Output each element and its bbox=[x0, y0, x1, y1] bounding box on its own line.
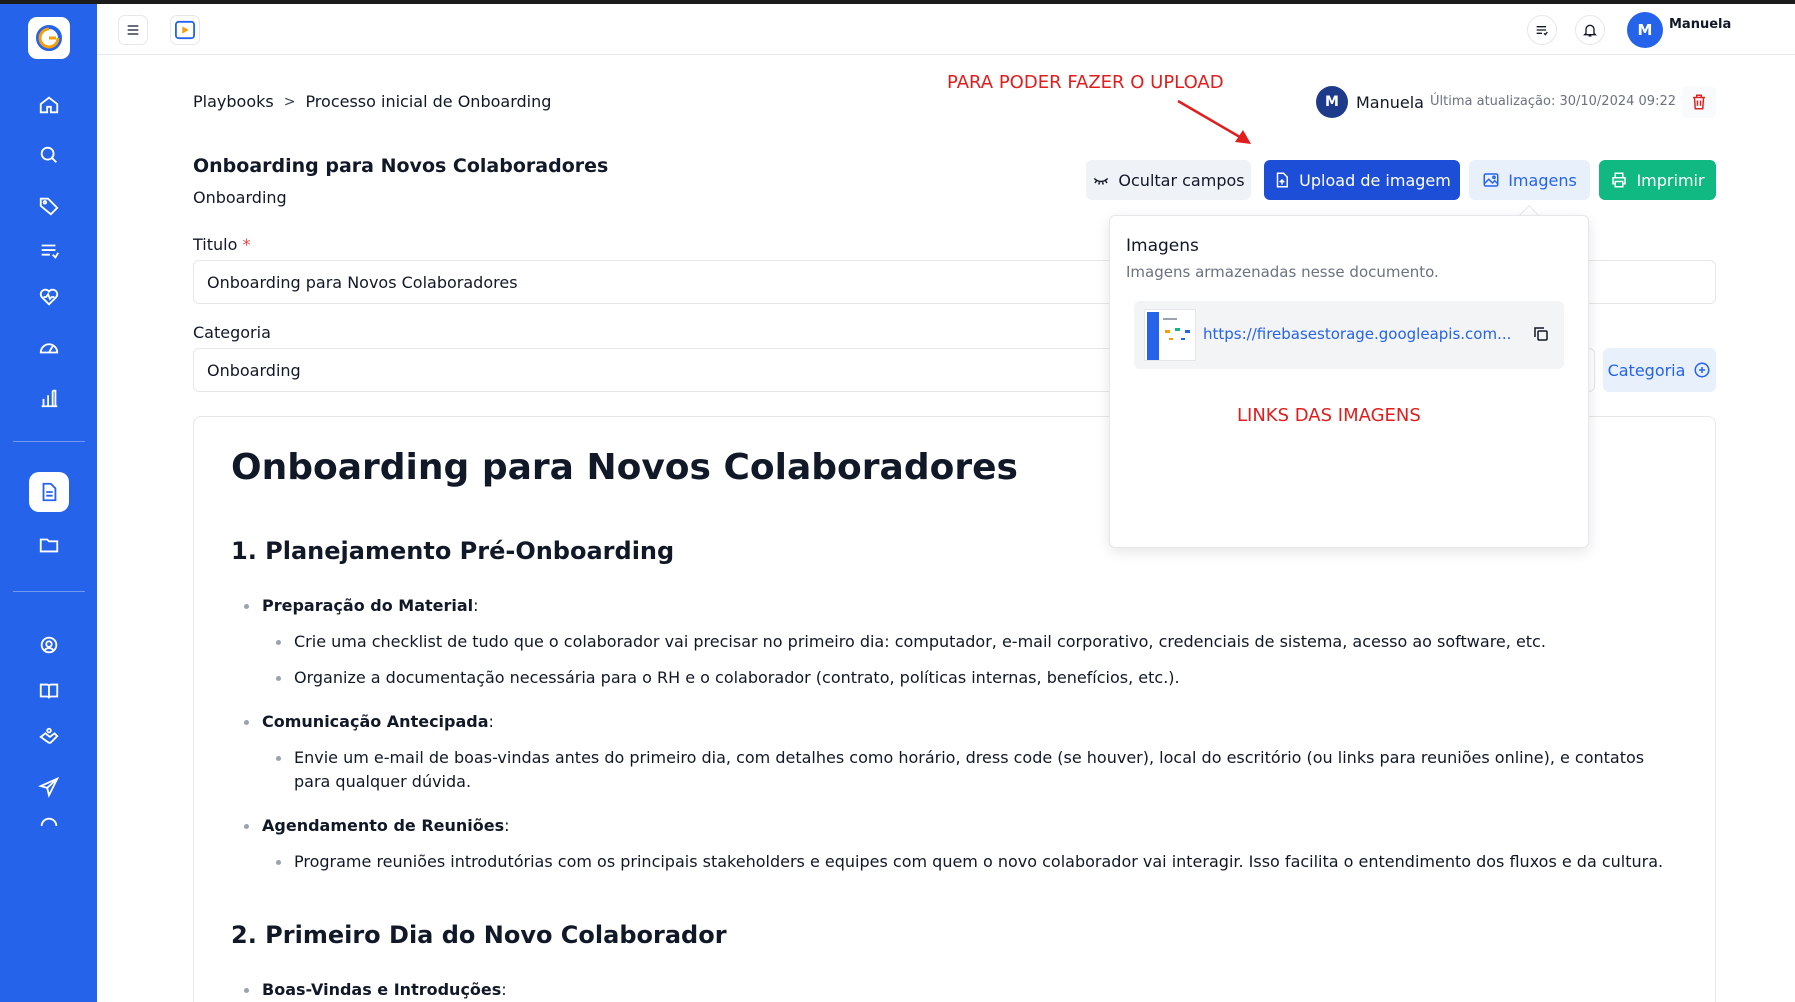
list-item-title: Preparação do Material bbox=[262, 596, 474, 615]
notifications-button[interactable] bbox=[1575, 15, 1605, 45]
annotation-arrow-icon bbox=[1177, 99, 1251, 144]
popover-title: Imagens bbox=[1126, 236, 1199, 256]
add-category-label: Categoria bbox=[1607, 360, 1686, 380]
top-header: M Manuela bbox=[97, 4, 1795, 55]
list-item: Programe reuniões introdutórias com os p… bbox=[294, 852, 1664, 871]
trash-icon bbox=[1693, 94, 1705, 110]
user-avatar[interactable]: M bbox=[1627, 12, 1663, 48]
gauge-icon[interactable] bbox=[32, 330, 66, 364]
breadcrumb-separator: > bbox=[283, 93, 296, 110]
sidebar bbox=[0, 4, 97, 1002]
list-item-title: Boas-Vindas e Introduções bbox=[262, 980, 502, 999]
breadcrumb-playbooks-link[interactable]: Playbooks bbox=[193, 92, 274, 111]
hide-fields-button[interactable]: Ocultar campos bbox=[1086, 160, 1251, 200]
add-category-button[interactable]: Categoria bbox=[1603, 348, 1716, 392]
editor-avatar: M bbox=[1316, 86, 1348, 118]
list-item-colon: : bbox=[504, 816, 510, 835]
tag-icon[interactable] bbox=[32, 189, 66, 223]
sidebar-divider bbox=[13, 441, 85, 442]
bell-icon bbox=[1583, 24, 1597, 37]
list-item-title: Comunicação Antecipada bbox=[262, 712, 489, 731]
search-icon[interactable] bbox=[32, 138, 66, 172]
images-popover: Imagens Imagens armazenadas nesse docume… bbox=[1109, 215, 1589, 548]
list-item: Organize a documentação necessária para … bbox=[294, 668, 1180, 687]
eye-closed-icon bbox=[1094, 177, 1109, 185]
print-button[interactable]: Imprimir bbox=[1599, 160, 1716, 200]
required-mark: * bbox=[242, 235, 251, 254]
printer-icon bbox=[1612, 172, 1627, 188]
thumbnail-preview-icon bbox=[1145, 310, 1195, 360]
bullet-dot bbox=[244, 988, 249, 993]
file-upload-icon bbox=[1276, 172, 1289, 188]
tasks-list-icon bbox=[1536, 26, 1548, 36]
menu-toggle-button[interactable] bbox=[118, 15, 148, 45]
list-item: Comunicação Antecipada: bbox=[262, 710, 494, 734]
breadcrumb-current: Processo inicial de Onboarding bbox=[305, 92, 552, 111]
folder-icon[interactable] bbox=[32, 528, 66, 562]
title-field-label: Titulo * bbox=[193, 235, 250, 254]
bar-chart-icon[interactable] bbox=[32, 381, 66, 415]
bullet-dot bbox=[276, 640, 281, 645]
images-label: Imagens bbox=[1508, 170, 1577, 190]
editor-name: Manuela bbox=[1356, 93, 1424, 112]
plus-circle-icon bbox=[1694, 362, 1710, 378]
title-label-text: Titulo bbox=[193, 235, 238, 254]
list-item-colon: : bbox=[501, 980, 507, 999]
logo-icon bbox=[36, 25, 62, 51]
hide-fields-label: Ocultar campos bbox=[1118, 170, 1245, 190]
book-icon[interactable] bbox=[32, 674, 66, 708]
list-item: Crie uma checklist de tudo que o colabor… bbox=[294, 632, 1546, 651]
list-item: Envie um e-mail de boas-vindas antes do … bbox=[294, 748, 1645, 791]
page-subtitle: Onboarding bbox=[193, 188, 287, 207]
list-item: Agendamento de Reuniões: bbox=[262, 814, 510, 838]
delete-button[interactable] bbox=[1682, 86, 1716, 118]
app-logo[interactable] bbox=[28, 17, 70, 59]
upload-image-label: Upload de imagem bbox=[1299, 170, 1451, 190]
list-item-colon: : bbox=[473, 596, 479, 615]
bullet-dot bbox=[276, 756, 281, 761]
send-icon[interactable] bbox=[32, 770, 66, 804]
bullet-dot bbox=[244, 720, 249, 725]
category-field-label: Categoria bbox=[193, 323, 271, 342]
list-item-title: Agendamento de Reuniões bbox=[262, 816, 505, 835]
upload-annotation-text: PARA PODER FAZER O UPLOAD bbox=[947, 72, 1224, 93]
image-thumbnail[interactable] bbox=[1144, 309, 1196, 361]
image-icon bbox=[1483, 173, 1499, 187]
handshake-icon[interactable] bbox=[32, 720, 66, 754]
content-heading-1: Onboarding para Novos Colaboradores bbox=[231, 447, 1018, 488]
user-name[interactable]: Manuela bbox=[1669, 17, 1731, 32]
list-item: Preparação do Material: bbox=[262, 594, 479, 618]
image-url-link[interactable]: https://firebasestorage.googleapis.com..… bbox=[1203, 325, 1513, 343]
links-annotation-text: LINKS DAS IMAGENS bbox=[1237, 405, 1421, 426]
bullet-dot bbox=[276, 860, 281, 865]
bullet-dot bbox=[276, 676, 281, 681]
sidebar-divider bbox=[13, 591, 85, 592]
video-play-icon bbox=[175, 20, 195, 40]
list-item-colon: : bbox=[488, 712, 494, 731]
tasks-button[interactable] bbox=[1527, 15, 1557, 45]
section-heading: 2. Primeiro Dia do Novo Colaborador bbox=[231, 921, 727, 949]
hamburger-icon bbox=[127, 25, 139, 35]
section-heading: 1. Planejamento Pré-Onboarding bbox=[231, 537, 675, 565]
page-title: Onboarding para Novos Colaboradores bbox=[193, 155, 609, 177]
support-icon[interactable] bbox=[32, 628, 66, 662]
more-icon[interactable] bbox=[32, 816, 66, 836]
popover-description: Imagens armazenadas nesse documento. bbox=[1126, 263, 1439, 281]
print-label: Imprimir bbox=[1636, 170, 1705, 190]
last-update-text: Última atualização: 30/10/2024 09:22 bbox=[1430, 94, 1676, 109]
image-list-item[interactable]: https://firebasestorage.googleapis.com..… bbox=[1134, 301, 1564, 369]
bullet-dot bbox=[244, 824, 249, 829]
home-icon[interactable] bbox=[32, 88, 66, 122]
copy-icon[interactable] bbox=[1532, 325, 1550, 343]
bullet-dot bbox=[244, 604, 249, 609]
heart-pulse-icon[interactable] bbox=[32, 280, 66, 314]
video-button[interactable] bbox=[170, 15, 200, 45]
images-button[interactable]: Imagens bbox=[1469, 160, 1590, 200]
breadcrumb: Playbooks > Processo inicial de Onboardi… bbox=[193, 92, 551, 111]
list-item: Boas-Vindas e Introduções: bbox=[262, 978, 507, 1002]
document-icon[interactable] bbox=[29, 472, 69, 512]
list-icon[interactable] bbox=[32, 234, 66, 268]
upload-image-button[interactable]: Upload de imagem bbox=[1264, 160, 1460, 200]
